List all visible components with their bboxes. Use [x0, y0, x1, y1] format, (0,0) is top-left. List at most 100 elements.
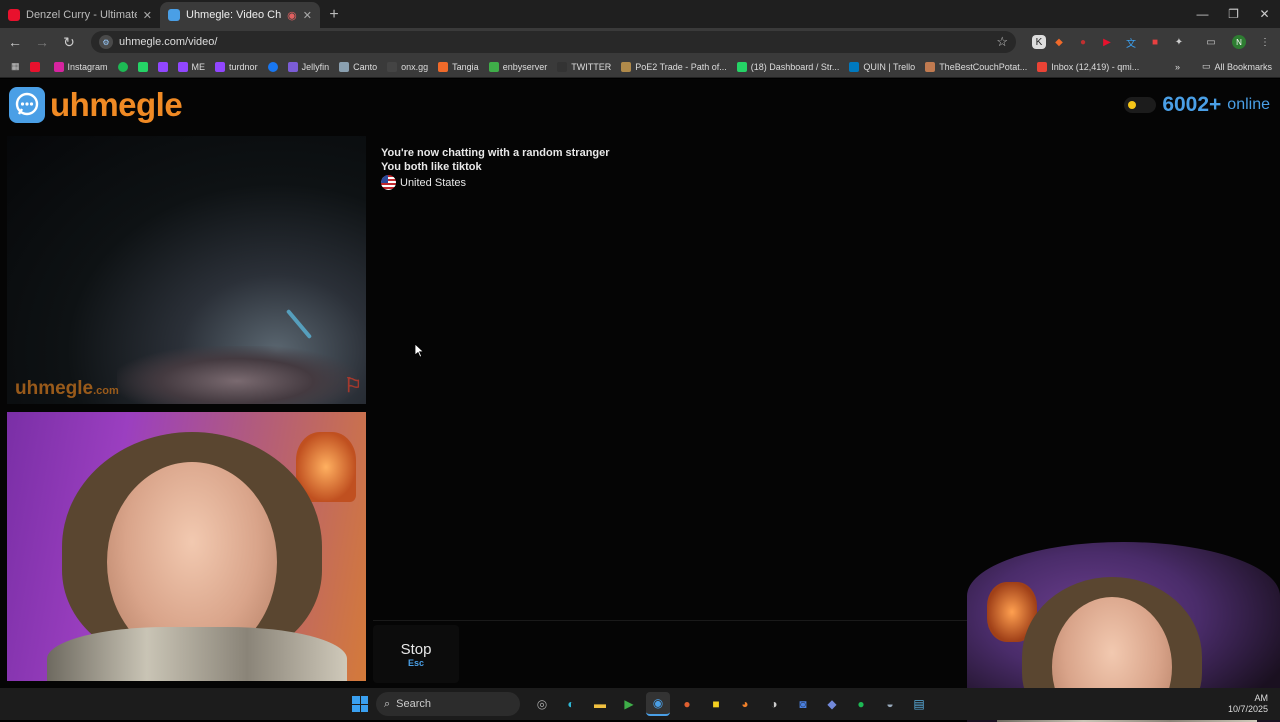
edge-icon[interactable]: ◐	[559, 692, 583, 716]
dashboard-icon	[736, 61, 747, 72]
site-info-icon[interactable]: ⚙	[99, 35, 113, 49]
mouse-cursor-icon	[414, 343, 425, 363]
apps-grid-icon[interactable]: ▦	[6, 61, 25, 72]
new-tab-button[interactable]: +	[320, 2, 348, 28]
clock-time: AM	[1254, 693, 1269, 703]
twitch-icon	[177, 61, 188, 72]
extension-fox-icon[interactable]: ◆	[1048, 31, 1070, 53]
clock-date: 10/7/2025	[1227, 704, 1268, 714]
notepad-icon[interactable]: ▤	[907, 692, 931, 716]
enbyserver-icon	[488, 61, 499, 72]
bookmark-label: TheBestCouchPotat...	[939, 61, 1028, 72]
extension-red-icon[interactable]: ■	[1144, 31, 1166, 53]
obs-icon[interactable]: ◑	[762, 692, 786, 716]
minimize-icon[interactable]: —	[1187, 0, 1218, 28]
browser-tab-youtube[interactable]: Denzel Curry - Ultimate (BADB... ✕	[0, 2, 160, 28]
own-video	[7, 412, 366, 681]
bookmark-item[interactable]: Canto	[334, 61, 382, 72]
reload-icon[interactable]: ↻	[57, 30, 81, 54]
bookmark-item[interactable]: Tangia	[433, 61, 484, 72]
close-window-icon[interactable]: ✕	[1249, 0, 1280, 28]
tab-strip: Denzel Curry - Ultimate (BADB... ✕ Uhmeg…	[0, 0, 1280, 28]
all-bookmarks-button[interactable]: » ▭ All Bookmarks	[1175, 61, 1272, 72]
bookmark-item[interactable]: TheBestCouchPotat...	[920, 61, 1032, 72]
profile-avatar-icon[interactable]: N	[1232, 35, 1246, 49]
chat-interest-line: You both like tiktok	[381, 161, 482, 173]
bookmark-label: turdnor	[229, 61, 258, 72]
stranger-location: United States	[381, 175, 1273, 190]
extension-record-icon[interactable]: ●	[1072, 31, 1094, 53]
bookmark-label: Jellyfin	[301, 61, 330, 72]
extension-youtube-icon[interactable]: ▶	[1096, 31, 1118, 53]
discord-icon[interactable]: ◆	[820, 692, 844, 716]
bookmark-label: Inbox (12,419) - qmi...	[1051, 61, 1140, 72]
firefox-icon[interactable]: ◕	[733, 692, 757, 716]
address-bar[interactable]: ⚙ uhmegle.com/video/ ☆	[91, 31, 1016, 53]
windows-start-icon[interactable]	[352, 696, 368, 712]
forward-arrow-icon[interactable]: →	[30, 30, 54, 54]
uhmegle-page: uhmegle 6002+ online uhmegle.com ⚐ You'r…	[0, 79, 1280, 722]
window-controls: — ❐ ✕	[1187, 0, 1280, 28]
bookmark-item[interactable]: TWITTER	[552, 61, 616, 72]
sticky-notes-icon[interactable]: ■	[704, 692, 728, 716]
bookmark-label: ME	[191, 61, 206, 72]
close-tab-icon[interactable]: ✕	[143, 9, 152, 22]
bookmark-item[interactable]: enbyserver	[484, 61, 553, 72]
file-explorer-icon[interactable]: ▬	[588, 692, 612, 716]
extension-translate-icon[interactable]: 文	[1120, 31, 1142, 53]
bookmark-star-icon[interactable]: ☆	[996, 34, 1008, 50]
canto-icon	[339, 61, 350, 72]
stop-label: Stop	[400, 640, 432, 658]
bookmark-item[interactable]: Jellyfin	[283, 61, 335, 72]
side-panel-icon[interactable]: ▭	[1200, 31, 1222, 53]
twitch-icon	[215, 61, 226, 72]
chat-bubble-icon	[9, 87, 45, 123]
search-icon: ⌕	[384, 697, 391, 710]
windows-taskbar: ⌕ Search ◎ ◐ ▬ ▶ ◉ ● ■ ◕ ◑ ◙ ◆ ● ◒ ▤ AM …	[0, 688, 1280, 720]
bookmark-label: (18) Dashboard / Str...	[750, 61, 840, 72]
bookmark-label: Tangia	[452, 61, 479, 72]
bookmark-item[interactable]	[263, 61, 283, 72]
spotify-icon[interactable]: ●	[849, 692, 873, 716]
bookmark-item[interactable]: ME	[173, 61, 211, 72]
more-chevron-icon[interactable]: »	[1175, 62, 1180, 72]
stop-button[interactable]: Stop Esc	[373, 625, 459, 683]
taskbar-clock[interactable]: AM 10/7/2025	[1228, 693, 1268, 715]
bookmark-item[interactable]: turdnor	[210, 61, 263, 72]
online-count: 6002+	[1162, 93, 1222, 116]
bookmark-item[interactable]	[133, 61, 153, 72]
bookmark-item[interactable]: (18) Dashboard / Str...	[732, 61, 845, 72]
site-logo[interactable]: uhmegle	[9, 86, 183, 124]
extension-k-icon[interactable]: K	[1032, 35, 1046, 49]
bookmark-item[interactable]: Inbox (12,419) - qmi...	[1032, 61, 1144, 72]
back-arrow-icon[interactable]: ←	[3, 30, 27, 54]
bookmark-item[interactable]: PoE2 Trade - Path of...	[616, 61, 732, 72]
browser-tab-uhmegle[interactable]: Uhmegle: Video Chat | Onl... ◉ ✕	[160, 2, 320, 28]
poe2-icon	[621, 61, 632, 72]
youtube-icon	[8, 9, 20, 21]
bookmark-item[interactable]: Instagram	[49, 61, 113, 72]
bookmarks-bar: ▦ Instagram ME turdnor Jellyfin Canto on…	[0, 56, 1280, 78]
report-flag-icon[interactable]: ⚐	[344, 373, 362, 398]
onx-icon	[387, 61, 398, 72]
game-app-icon[interactable]: ●	[675, 692, 699, 716]
menu-dots-icon[interactable]: ⋮	[1254, 31, 1276, 53]
bookmark-item[interactable]	[153, 61, 173, 72]
theme-toggle[interactable]	[1124, 97, 1157, 113]
bookmark-item[interactable]	[113, 61, 133, 72]
extensions-puzzle-icon[interactable]: ✦	[1168, 31, 1190, 53]
copilot-icon[interactable]: ◎	[530, 692, 554, 716]
bookmark-item[interactable]	[25, 61, 49, 72]
bookmark-item[interactable]: QUIN | Trello	[844, 61, 920, 72]
taskbar-search[interactable]: ⌕ Search	[376, 692, 520, 716]
chrome-icon[interactable]: ◉	[646, 692, 670, 716]
stop-shortcut: Esc	[407, 657, 424, 668]
restore-icon[interactable]: ❐	[1218, 0, 1249, 28]
spotify-icon	[117, 61, 128, 72]
steam-icon[interactable]: ◒	[878, 692, 902, 716]
browser-toolbar: ← → ↻ ⚙ uhmegle.com/video/ ☆ K ◆ ● ▶ 文 ■…	[0, 28, 1280, 56]
app-blue-icon[interactable]: ◙	[791, 692, 815, 716]
close-tab-icon[interactable]: ✕	[303, 9, 312, 22]
bookmark-item[interactable]: onx.gg	[382, 61, 433, 72]
media-app-icon[interactable]: ▶	[617, 692, 641, 716]
